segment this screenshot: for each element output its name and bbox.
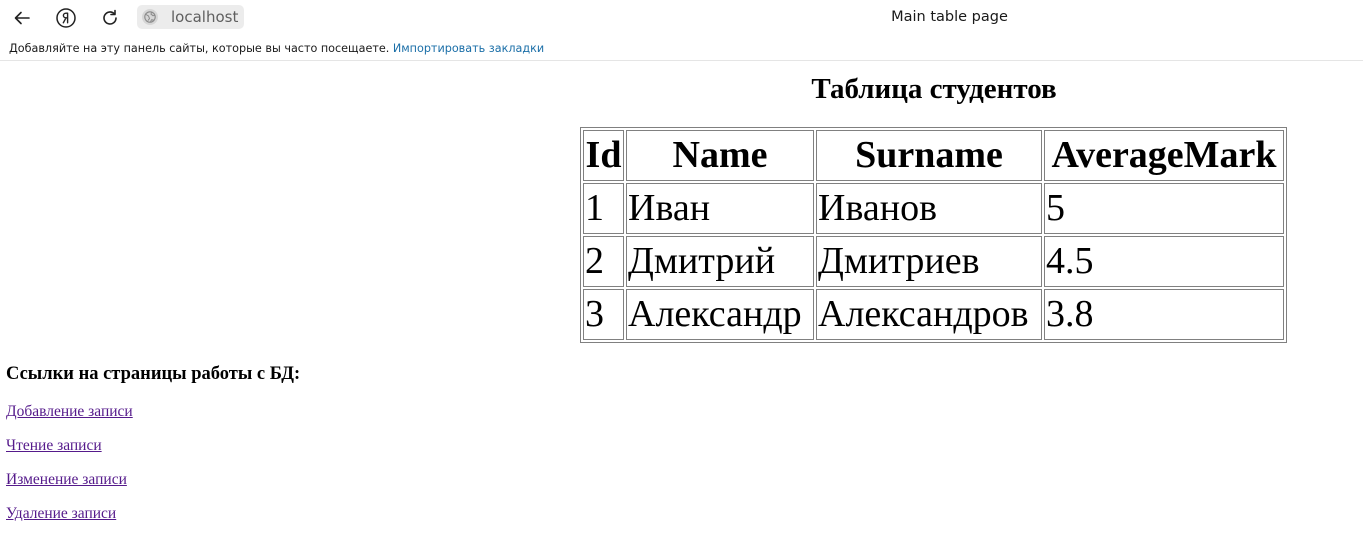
bookmarks-hint: Добавляйте на эту панель сайты, которые … <box>9 42 390 55</box>
browser-toolbar: localhost Main table page <box>0 0 1363 36</box>
cell-name: Иван <box>626 183 814 234</box>
cell-name: Дмитрий <box>626 236 814 287</box>
cell-id: 3 <box>583 289 624 340</box>
cell-averagemark: 3.8 <box>1044 289 1284 340</box>
column-header-id: Id <box>583 130 624 181</box>
import-bookmarks-link[interactable]: Импортировать закладки <box>393 42 544 55</box>
table-row: 2 Дмитрий Дмитриев 4.5 <box>583 236 1284 287</box>
table-row: 1 Иван Иванов 5 <box>583 183 1284 234</box>
cell-name: Александр <box>626 289 814 340</box>
cell-id: 2 <box>583 236 624 287</box>
table-header-row: Id Name Surname AverageMark <box>583 130 1284 181</box>
cell-surname: Иванов <box>816 183 1042 234</box>
table-row: 3 Александр Александров 3.8 <box>583 289 1284 340</box>
bookmarks-bar: Добавляйте на эту панель сайты, которые … <box>0 36 1363 61</box>
cell-surname: Дмитриев <box>816 236 1042 287</box>
update-record-link[interactable]: Изменение записи <box>6 471 127 489</box>
column-header-averagemark: AverageMark <box>1044 130 1284 181</box>
students-table: Id Name Surname AverageMark 1 Иван Ивано… <box>580 127 1287 343</box>
page-heading: Таблица студентов <box>811 73 1057 105</box>
cell-averagemark: 5 <box>1044 183 1284 234</box>
column-header-surname: Surname <box>816 130 1042 181</box>
cell-id: 1 <box>583 183 624 234</box>
add-record-link[interactable]: Добавление записи <box>6 403 133 421</box>
cell-averagemark: 4.5 <box>1044 236 1284 287</box>
links-heading: Ссылки на страницы работы с БД: <box>6 364 301 384</box>
delete-record-link[interactable]: Удаление записи <box>6 505 116 523</box>
read-record-link[interactable]: Чтение записи <box>6 437 102 455</box>
cell-surname: Александров <box>816 289 1042 340</box>
column-header-name: Name <box>626 130 814 181</box>
tab-title: Main table page <box>891 9 1008 25</box>
